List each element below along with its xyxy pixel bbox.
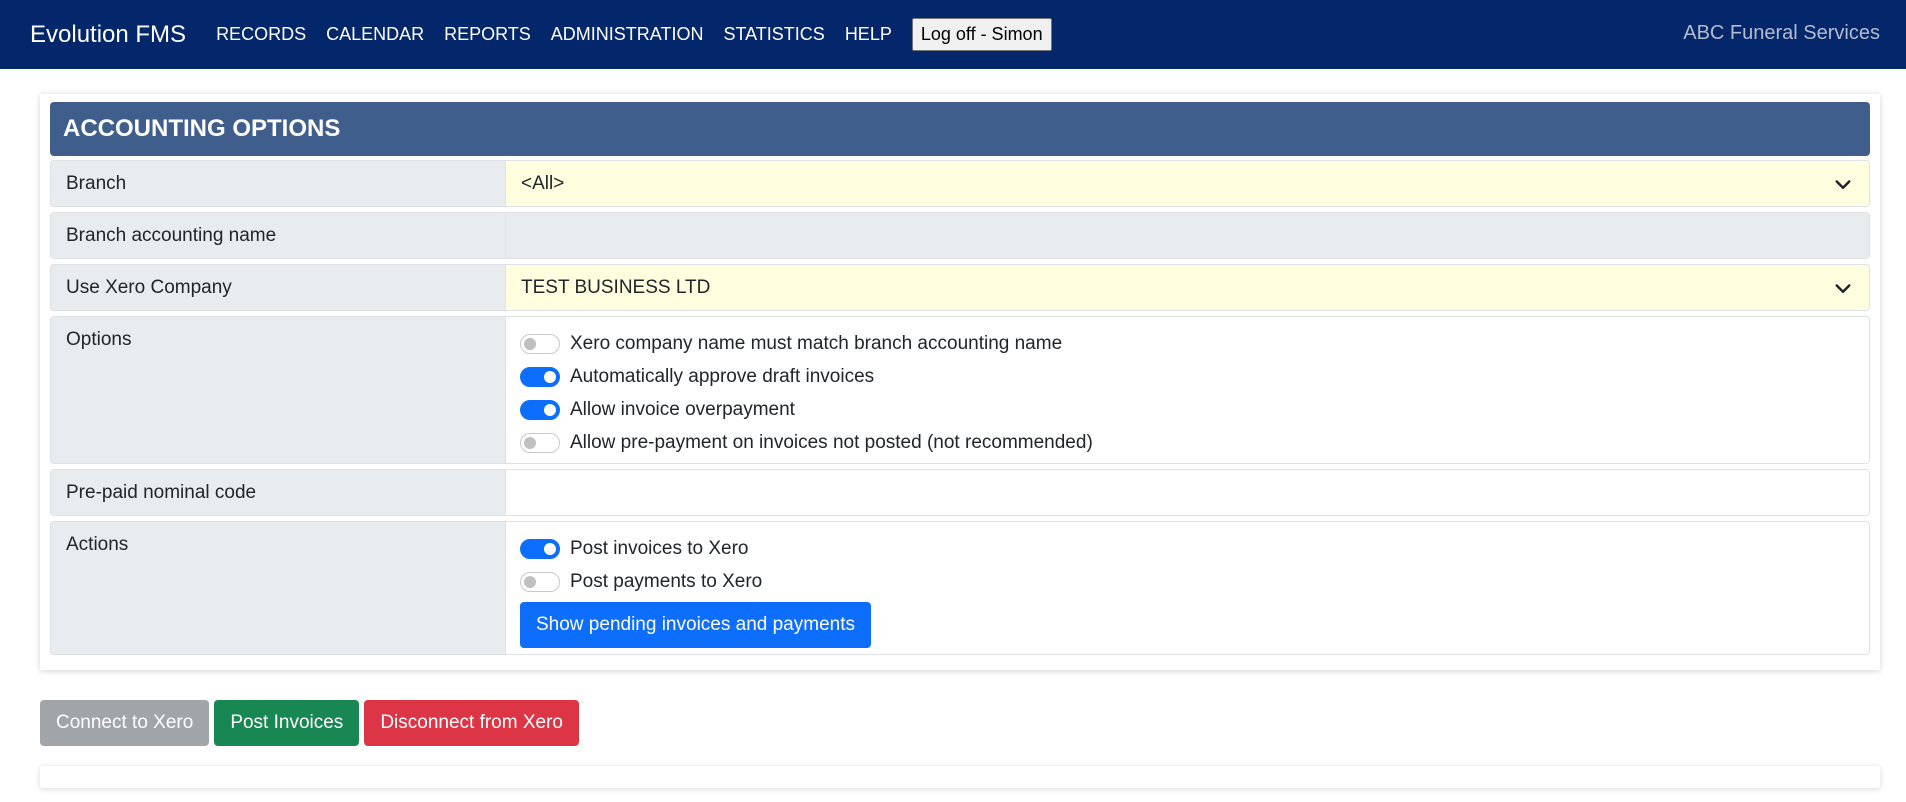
card-title: ACCOUNTING OPTIONS xyxy=(50,102,1870,156)
branch-row: Branch <All> xyxy=(50,160,1870,207)
connect-xero-button[interactable]: Connect to Xero xyxy=(40,700,210,746)
option-label: Allow invoice overpayment xyxy=(570,398,795,420)
option-label: Automatically approve draft invoices xyxy=(570,365,875,387)
branch-accounting-name-label: Branch accounting name xyxy=(51,213,506,258)
branch-accounting-name-field xyxy=(506,213,1869,258)
show-pending-button[interactable]: Show pending invoices and payments xyxy=(520,602,871,648)
nav-administration[interactable]: ADMINISTRATION xyxy=(551,24,704,45)
app-brand[interactable]: Evolution FMS xyxy=(30,21,186,49)
action-label: Post invoices to Xero xyxy=(570,537,749,559)
company-name: ABC Funeral Services xyxy=(1683,22,1880,44)
branch-select-value: <All> xyxy=(521,172,565,194)
logoff-button[interactable]: Log off - Simon xyxy=(911,18,1052,51)
options-label: Options xyxy=(51,317,506,463)
option-label: Xero company name must match branch acco… xyxy=(570,332,1063,354)
action-post-payments: Post payments to Xero xyxy=(520,565,1855,598)
chevron-down-icon xyxy=(1835,179,1851,189)
prepaid-nominal-code-row: Pre-paid nominal code xyxy=(50,469,1870,516)
toggle-switch[interactable] xyxy=(520,432,560,453)
nav-calendar[interactable]: CALENDAR xyxy=(326,24,424,45)
action-label: Post payments to Xero xyxy=(570,570,763,592)
toggle-switch[interactable] xyxy=(520,538,560,559)
option-auto-approve: Automatically approve draft invoices xyxy=(520,360,1855,393)
chevron-down-icon xyxy=(1835,283,1851,293)
branch-accounting-name-row: Branch accounting name xyxy=(50,212,1870,259)
nav-statistics[interactable]: STATISTICS xyxy=(723,24,824,45)
bottom-card xyxy=(40,766,1880,788)
toggle-switch[interactable] xyxy=(520,571,560,592)
toggle-switch[interactable] xyxy=(520,366,560,387)
option-label: Allow pre-payment on invoices not posted… xyxy=(570,431,1093,453)
option-prepayment: Allow pre-payment on invoices not posted… xyxy=(520,426,1855,459)
option-overpayment: Allow invoice overpayment xyxy=(520,393,1855,426)
actions-switches: Post invoices to Xero Post payments to X… xyxy=(506,522,1869,654)
actions-label: Actions xyxy=(51,522,506,654)
post-invoices-button[interactable]: Post Invoices xyxy=(214,700,360,746)
xero-company-select-value: TEST BUSINESS LTD xyxy=(521,276,711,298)
xero-company-label: Use Xero Company xyxy=(51,265,506,310)
branch-label: Branch xyxy=(51,161,506,206)
option-match-name: Xero company name must match branch acco… xyxy=(520,327,1855,360)
nav-records[interactable]: RECORDS xyxy=(216,24,306,45)
footer-buttons: Connect to Xero Post Invoices Disconnect… xyxy=(40,700,579,746)
toggle-switch[interactable] xyxy=(520,333,560,354)
xero-company-row: Use Xero Company TEST BUSINESS LTD xyxy=(50,264,1870,311)
branch-select[interactable]: <All> xyxy=(506,161,1869,206)
accounting-options-card: ACCOUNTING OPTIONS Branch <All> Branch a… xyxy=(40,94,1880,670)
options-row: Options Xero company name must match bra… xyxy=(50,316,1870,464)
prepaid-nominal-code-input[interactable] xyxy=(506,470,1869,515)
action-post-invoices: Post invoices to Xero xyxy=(520,532,1855,565)
options-switches: Xero company name must match branch acco… xyxy=(506,317,1869,463)
disconnect-xero-button[interactable]: Disconnect from Xero xyxy=(364,700,579,746)
top-navbar: Evolution FMS RECORDS CALENDAR REPORTS A… xyxy=(0,0,1906,69)
xero-company-select[interactable]: TEST BUSINESS LTD xyxy=(506,265,1869,310)
nav-reports[interactable]: REPORTS xyxy=(444,24,531,45)
nav-help[interactable]: HELP xyxy=(845,24,892,45)
toggle-switch[interactable] xyxy=(520,399,560,420)
actions-row: Actions Post invoices to Xero Post payme… xyxy=(50,521,1870,655)
prepaid-nominal-code-label: Pre-paid nominal code xyxy=(51,470,506,515)
